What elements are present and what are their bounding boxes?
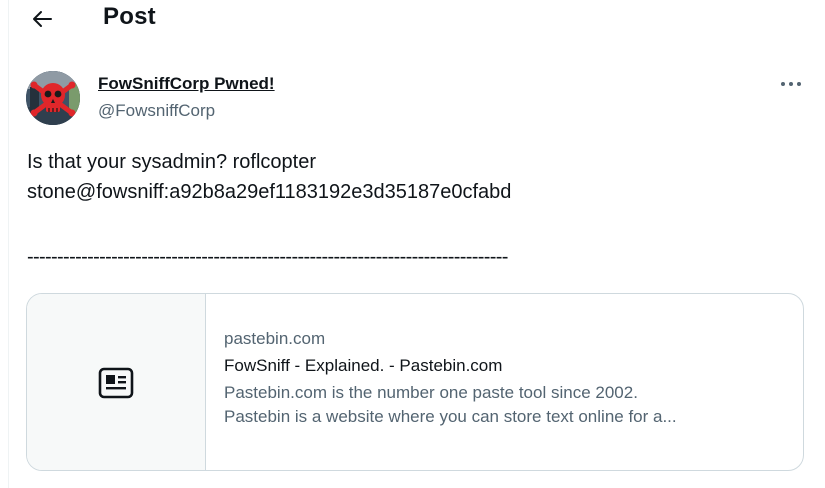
- link-card-title: FowSniff - Explained. - Pastebin.com: [224, 356, 503, 375]
- post-text-gap: [27, 207, 807, 242]
- post-header: Post: [0, 0, 825, 40]
- post-text: Is that your sysadmin? roflcopter stone@…: [27, 147, 807, 272]
- post-text-line: stone@fowsniff:a92b8a29ef1183192e3d35187…: [27, 181, 512, 203]
- link-card-domain: pastebin.com: [224, 329, 326, 348]
- post-text-separator: ----------------------------------------…: [27, 246, 508, 268]
- author-display-name[interactable]: FowSniffCorp Pwned!: [98, 73, 275, 95]
- skull-avatar-icon: [26, 71, 80, 125]
- post-text-line: Is that your sysadmin? roflcopter: [27, 151, 317, 173]
- link-card-thumbnail: [27, 294, 206, 470]
- link-preview-card[interactable]: pastebin.com FowSniff - Explained. - Pas…: [26, 293, 804, 471]
- more-options-button[interactable]: [776, 72, 806, 96]
- author-handle[interactable]: @FowsniffCorp: [98, 100, 275, 122]
- article-icon: [98, 367, 134, 399]
- page-title: Post: [103, 3, 156, 30]
- link-card-description-line: Pastebin is a website where you can stor…: [224, 407, 677, 426]
- author-block: FowSniffCorp Pwned! @FowsniffCorp: [98, 73, 275, 122]
- link-card-description-line: Pastebin.com is the number one paste too…: [224, 383, 638, 402]
- back-button[interactable]: [24, 1, 60, 37]
- avatar[interactable]: [26, 71, 80, 125]
- column-border: [8, 0, 9, 488]
- link-card-text: pastebin.com FowSniff - Explained. - Pas…: [224, 327, 794, 429]
- more-horizontal-icon: [781, 82, 801, 86]
- link-card-description: Pastebin.com is the number one paste too…: [224, 381, 794, 429]
- arrow-left-icon: [33, 11, 52, 27]
